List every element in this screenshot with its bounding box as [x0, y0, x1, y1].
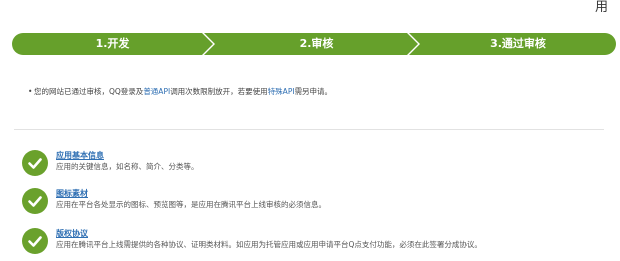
- check-icon: [22, 150, 48, 176]
- list-item-icon-assets: 图标素材 应用在平台各处显示的图标、预览图等，是应用在腾讯平台上线审核的必须信息…: [22, 188, 602, 218]
- step-3-label: 3.通过审核: [490, 37, 546, 50]
- step-2-label: 2.审核: [299, 37, 334, 50]
- check-icon: [22, 188, 48, 214]
- basic-info-link[interactable]: 应用基本信息: [56, 150, 104, 161]
- normal-api-link[interactable]: 普通API: [143, 87, 170, 96]
- icon-assets-description: 应用在平台各处显示的图标、预览图等，是应用在腾讯平台上线审核的必须信息。: [56, 200, 326, 209]
- approval-notice: • 您的网站已通过审核，QQ登录及普通API调用次数限制放开，若要使用特殊API…: [28, 87, 594, 97]
- special-api-link[interactable]: 特殊API: [268, 87, 295, 96]
- section-divider: [14, 129, 604, 130]
- copyright-description: 应用在腾讯平台上线需提供的各种协议、证明类材料。如应用为托管应用或应用申请平台Q…: [56, 240, 482, 249]
- basic-info-description: 应用的关键信息，如名称、简介、分类等。: [56, 162, 199, 171]
- list-item-basic-info: 应用基本信息 应用的关键信息，如名称、简介、分类等。: [22, 150, 602, 180]
- progress-steps: 1.开发 2.审核 3.通过审核: [12, 33, 616, 55]
- notice-text-1: 您的网站已通过审核，QQ登录及: [34, 87, 144, 96]
- list-item-copyright: 版权协议 应用在腾讯平台上线需提供的各种协议、证明类材料。如应用为托管应用或应用…: [22, 228, 602, 258]
- step-1-label: 1.开发: [95, 37, 130, 50]
- bullet-dot: •: [28, 87, 33, 96]
- corner-text: 用: [594, 0, 608, 15]
- notice-text-3: 需另申请。: [294, 87, 333, 96]
- copyright-link[interactable]: 版权协议: [56, 228, 88, 239]
- icon-assets-link[interactable]: 图标素材: [56, 188, 88, 199]
- check-icon: [22, 228, 48, 254]
- notice-text-2: 调用次数限制放开，若要使用: [170, 87, 268, 96]
